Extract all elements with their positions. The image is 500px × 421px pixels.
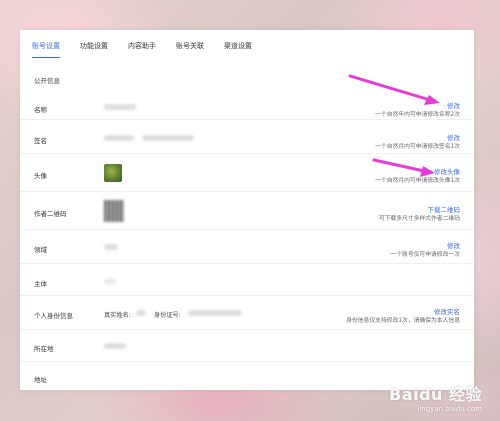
signature-hint: 一个自然月内可申请修改签名1次 — [375, 144, 460, 150]
tab-account-link[interactable]: 账号关联 — [176, 40, 204, 58]
row-label-qrcode: 作者二维码 — [34, 210, 67, 218]
row-label-identity: 个人身份信息 — [34, 312, 73, 320]
watermark-sub: jingyan.baidu.com — [417, 405, 482, 413]
domain-hint: 一个账号仅可申请修改一次 — [390, 252, 460, 258]
name-value-blurred — [104, 104, 136, 110]
row-label-signature: 签名 — [34, 137, 47, 145]
section-title: 公开信息 — [34, 77, 60, 85]
settings-card: 账号设置 功能设置 内容助手 账号关联 渠道设置 公开信息 名称 修改 一个自然… — [20, 30, 474, 390]
row-label-domain: 领域 — [34, 246, 47, 254]
row-subject: 主体 — [20, 264, 474, 296]
tab-bar: 账号设置 功能设置 内容助手 账号关联 渠道设置 — [32, 40, 272, 60]
baidu-watermark: Baidu 经验 jingyan.baidu.com — [389, 381, 482, 413]
tab-account-settings[interactable]: 账号设置 — [32, 40, 60, 58]
avatar — [104, 164, 122, 182]
qrcode-hint: 可下载多尺寸多样式作者二维码 — [378, 216, 460, 222]
row-label-name: 名称 — [34, 106, 47, 114]
location-value-blurred — [104, 343, 126, 349]
qrcode-image — [104, 200, 124, 222]
row-label-location: 所在地 — [34, 345, 54, 353]
name-hint: 一个自然年内可申请修改名称2次 — [375, 112, 460, 118]
row-label-avatar: 头像 — [34, 172, 47, 180]
tab-channel-settings[interactable]: 渠道设置 — [224, 40, 252, 58]
real-name-value-blurred — [136, 310, 146, 316]
row-domain: 领域 修改 一个账号仅可申请修改一次 — [20, 230, 474, 264]
row-location: 所在地 — [20, 330, 474, 362]
row-signature: 签名 修改 一个自然月内可申请修改签名1次 — [20, 120, 474, 154]
watermark-main: Baidu 经验 — [389, 385, 482, 404]
row-qrcode: 作者二维码 下载二维码 可下载多尺寸多样式作者二维码 — [20, 192, 474, 230]
signature-value-blurred-1 — [104, 135, 134, 141]
tab-content-assistant[interactable]: 内容助手 — [128, 40, 156, 58]
signature-value-blurred-2 — [142, 135, 194, 141]
row-label-address: 地址 — [34, 376, 47, 384]
identity-hint: 身份信息仅支持修改1次，请确保为本人信息 — [346, 318, 460, 324]
real-name-label: 真实姓名: — [104, 312, 131, 319]
domain-value-blurred — [104, 244, 118, 250]
id-number-label: 身份证号: — [154, 312, 181, 319]
subject-value-blurred — [104, 278, 116, 284]
tab-feature-settings[interactable]: 功能设置 — [80, 40, 108, 58]
id-number-value-blurred — [188, 310, 242, 316]
row-avatar: 头像 修改头像 一个自然月内可申请修改头像1次 — [20, 154, 474, 192]
avatar-hint: 一个自然月内可申请修改头像1次 — [375, 178, 460, 184]
row-label-subject: 主体 — [34, 280, 47, 288]
row-name: 名称 修改 一个自然年内可申请修改名称2次 — [20, 90, 474, 120]
row-identity: 个人身份信息 真实姓名: 身份证号: 修改实名 身份信息仅支持修改1次，请确保为… — [20, 296, 474, 330]
